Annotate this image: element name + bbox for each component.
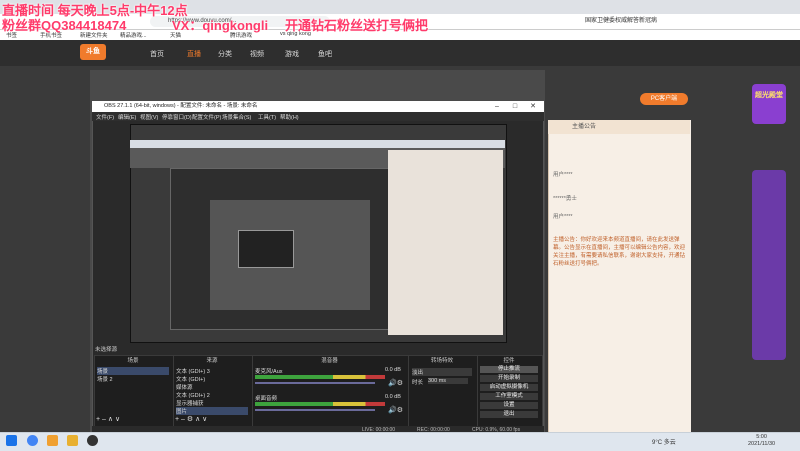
mixer-dock-title: 混音器: [321, 358, 338, 364]
source-item[interactable]: 文本 (GDI+) 3: [176, 367, 210, 375]
clock-time: 5:00: [756, 434, 767, 440]
nav-home[interactable]: 首页: [150, 49, 164, 59]
obs-titlebar[interactable]: OBS 27.1.1 (64-bit, windows) - 配置文件: 未命名…: [92, 101, 544, 112]
add-scene-icon[interactable]: + – ∧ ∨: [96, 415, 120, 423]
exit-button[interactable]: 退出: [480, 411, 538, 418]
chat-user[interactable]: 用户****: [553, 212, 573, 220]
mixer-channel-name: 桌面音频: [255, 396, 278, 402]
menu-edit[interactable]: 编辑(E): [118, 113, 136, 121]
nav-video[interactable]: 视频: [250, 49, 264, 59]
menu-docks[interactable]: 停靠窗口(D): [162, 113, 192, 121]
stop-streaming-button[interactable]: 停止推流: [480, 366, 538, 373]
mixer-channel-name: 麦克风/Aux: [255, 369, 283, 375]
windows-start-icon[interactable]: [6, 435, 17, 446]
source-item[interactable]: 媒体源: [176, 383, 193, 391]
right-promo-banner[interactable]: 超光殿堂: [752, 84, 786, 124]
nested-chat-panel: [388, 150, 503, 335]
overlay-qq-group: 粉丝群QQ384418474: [2, 18, 127, 33]
nav-live[interactable]: 直播: [187, 49, 201, 59]
studio-mode-button[interactable]: 工作室模式: [480, 393, 538, 400]
overlay-wechat: VX：qingkongli: [172, 18, 269, 33]
transitions-dock-title: 转场特效: [430, 358, 453, 364]
right-side-banner[interactable]: [752, 170, 786, 360]
source-item[interactable]: 文本 (GDI+) 2: [176, 391, 210, 399]
mixer-channel-level: 0.0 dB: [385, 394, 401, 400]
duration-label: 时长: [412, 380, 424, 386]
chat-user[interactable]: 用户****: [553, 170, 573, 178]
chat-panel: [548, 120, 691, 432]
transition-select[interactable]: 淡出: [412, 368, 472, 376]
menu-tools[interactable]: 工具(T): [258, 113, 276, 121]
nested-browser-strip: [130, 140, 505, 148]
mixer-meter: [255, 375, 385, 379]
file-explorer-icon[interactable]: [47, 435, 58, 446]
chat-user[interactable]: ******勇士: [553, 194, 577, 202]
scene-item[interactable]: 场景: [97, 367, 169, 375]
overlay-fan-promo: 开通钻石粉丝送打号俩把: [285, 18, 429, 33]
nav-yuba[interactable]: 鱼吧: [318, 49, 332, 59]
controls-dock-title: 控件: [503, 358, 515, 364]
extension-news-text[interactable]: 国家卫健委权威解答新冠病: [585, 16, 657, 27]
maximize-icon[interactable]: □: [506, 101, 524, 112]
mixer-channel-level: 0.0 dB: [385, 367, 401, 373]
menu-scene-collection[interactable]: 场景集合(S): [222, 113, 251, 121]
close-icon[interactable]: ✕: [524, 101, 542, 112]
chat-announcement: 主播公告：你好欢迎来本频道直播间，请在此发送弹幕。公告显示在直播间，主播可以编辑…: [553, 237, 686, 267]
volume-slider[interactable]: [255, 409, 375, 411]
site-header: 首页 直播 分类 视频 游戏 鱼吧: [0, 40, 800, 66]
source-item[interactable]: 显示器捕获: [176, 399, 204, 407]
menu-help[interactable]: 帮助(H): [280, 113, 299, 121]
settings-button[interactable]: 设置: [480, 402, 538, 409]
source-item[interactable]: 图片: [176, 407, 248, 415]
weather-widget[interactable]: 9°C 多云: [652, 437, 676, 446]
clock-date: 2021/11/30: [748, 441, 776, 447]
volume-slider[interactable]: [255, 382, 375, 384]
add-source-icon[interactable]: + – ⚙ ∧ ∨: [175, 415, 207, 423]
audio-mixer-dock: [252, 355, 409, 427]
menu-view[interactable]: 视图(V): [140, 113, 158, 121]
nav-game[interactable]: 游戏: [285, 49, 299, 59]
speaker-icon[interactable]: 🔊⚙: [388, 406, 403, 414]
virtual-camera-button[interactable]: 启动虚拟摄像机: [480, 384, 538, 391]
speaker-icon[interactable]: 🔊⚙: [388, 379, 403, 387]
start-recording-button[interactable]: 开始录制: [480, 375, 538, 382]
app-icon[interactable]: [67, 435, 78, 446]
pc-client-button[interactable]: PC客户端: [640, 93, 688, 105]
obs-menubar: 文件(F) 编辑(E) 视图(V) 停靠窗口(D) 配置文件(P) 场景集合(S…: [92, 112, 544, 121]
duration-input[interactable]: 300 ms: [428, 378, 468, 384]
obs-title: OBS 27.1.1 (64-bit, windows) - 配置文件: 未命名…: [104, 103, 258, 109]
site-logo[interactable]: 斗鱼: [80, 44, 106, 60]
nav-category[interactable]: 分类: [218, 49, 232, 59]
minimize-icon[interactable]: –: [488, 101, 506, 112]
chat-header: 主播公告: [548, 120, 690, 134]
scenes-dock-title: 场景: [127, 358, 139, 364]
clock[interactable]: 5:00 2021/11/30: [748, 434, 775, 448]
source-item[interactable]: 文本 (GDI+): [176, 375, 205, 383]
chrome-icon[interactable]: [27, 435, 38, 446]
obs-taskbar-icon[interactable]: [87, 435, 98, 446]
menu-profile[interactable]: 配置文件(P): [192, 113, 221, 121]
mixer-meter: [255, 402, 385, 406]
nested-obs-deep-capture: [238, 230, 294, 268]
transitions-dock: [408, 355, 478, 427]
scene-item[interactable]: 场景 2: [97, 375, 113, 383]
menu-file[interactable]: 文件(F): [96, 113, 114, 121]
selected-source-label: 未选择源: [95, 347, 118, 353]
windows-taskbar: [0, 432, 800, 451]
sources-dock-title: 来源: [206, 358, 218, 364]
